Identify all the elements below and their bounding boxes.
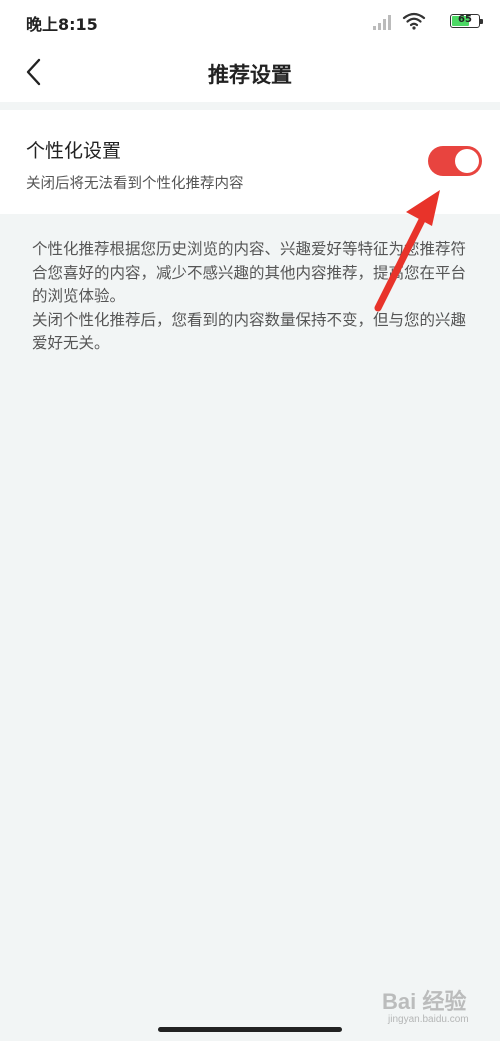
- personalization-toggle[interactable]: [428, 146, 482, 176]
- home-indicator[interactable]: [158, 1027, 342, 1032]
- status-bar: 晚上8:15 65: [0, 0, 500, 44]
- watermark-logo: Bai 经验: [382, 989, 467, 1014]
- watermark-url: jingyan.baidu.com: [388, 1014, 469, 1025]
- status-icons: 65: [350, 12, 483, 32]
- info-text: 个性化推荐根据您历史浏览的内容、兴趣爱好等特征为您推荐符合您喜好的内容，减少不感…: [32, 238, 472, 356]
- info-paragraph-1: 个性化推荐根据您历史浏览的内容、兴趣爱好等特征为您推荐符合您喜好的内容，减少不感…: [32, 240, 467, 305]
- info-paragraph-2: 关闭个性化推荐后，您看到的内容数量保持不变，但与您的兴趣爱好无关。: [32, 310, 467, 353]
- nav-bar: 推荐设置: [0, 44, 500, 102]
- status-time: 晚上8:15: [26, 15, 98, 34]
- wifi-icon: [402, 12, 426, 30]
- battery-percentage: 65: [458, 14, 472, 25]
- setting-description: 关闭后将无法看到个性化推荐内容: [26, 176, 244, 192]
- toggle-knob: [455, 149, 479, 173]
- watermark: Bai 经验 jingyan.baidu.com: [382, 984, 492, 1032]
- page-title: 推荐设置: [208, 63, 292, 87]
- setting-title: 个性化设置: [26, 140, 122, 162]
- signal-icon: [373, 15, 391, 30]
- personalization-setting-row: 个性化设置 关闭后将无法看到个性化推荐内容: [0, 110, 500, 214]
- battery-tip: [480, 19, 483, 24]
- battery-icon: 65: [450, 14, 483, 28]
